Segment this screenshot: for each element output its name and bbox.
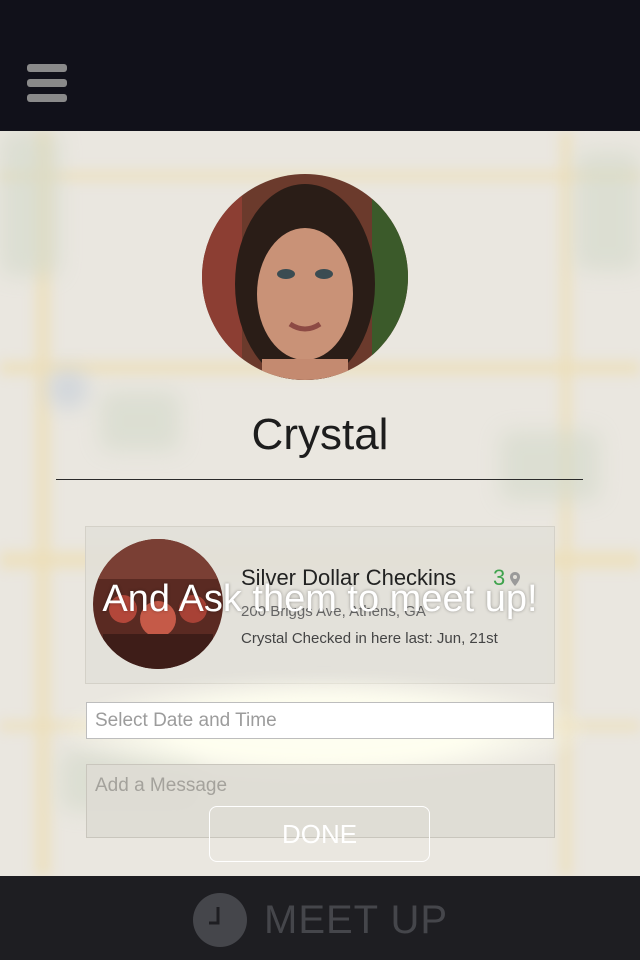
- profile-name: Crystal: [251, 410, 389, 459]
- app-header: [0, 0, 640, 131]
- hamburger-menu-icon[interactable]: [27, 64, 67, 102]
- divider: [56, 479, 583, 480]
- clock-icon: [193, 893, 247, 947]
- tutorial-overlay-title: And Ask them to meet up!: [102, 578, 538, 620]
- date-time-input[interactable]: [86, 702, 554, 739]
- meet-up-label[interactable]: MEET UP: [264, 898, 448, 943]
- profile-photo: [202, 174, 408, 380]
- done-button[interactable]: DONE: [209, 806, 430, 862]
- last-checkin-text: Crystal Checked in here last: Jun, 21st: [241, 630, 498, 647]
